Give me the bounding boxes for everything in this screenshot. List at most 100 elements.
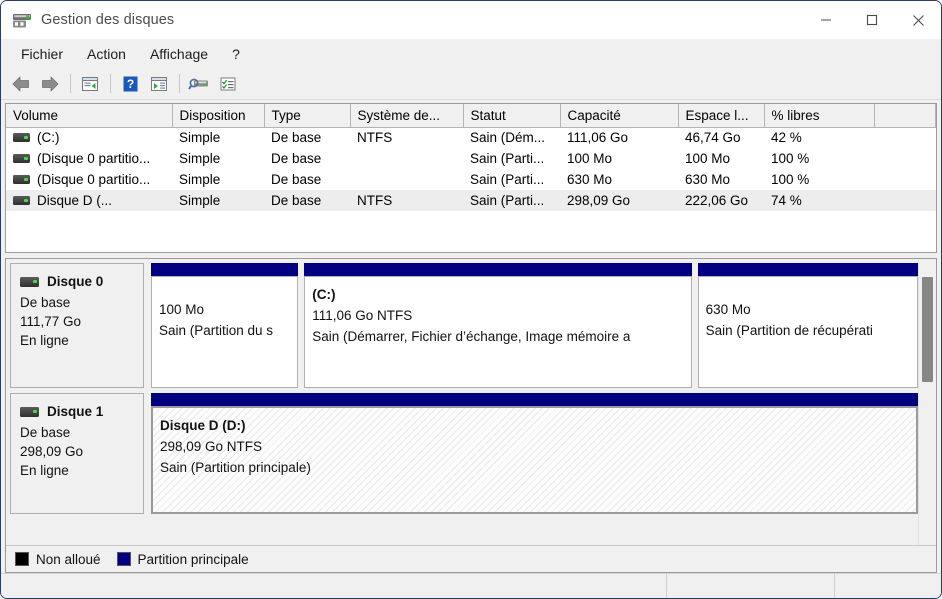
graphic-vertical-scrollbar[interactable] — [918, 259, 936, 545]
table-row[interactable]: Disque D (... Simple De base NTFS Sain (… — [6, 190, 936, 211]
disk-status: En ligne — [20, 463, 69, 478]
menu-action[interactable]: Action — [76, 42, 137, 66]
partition-color-bar — [697, 263, 918, 276]
partition-block[interactable]: 100 Mo Sain (Partition du s — [151, 263, 299, 388]
partition-block[interactable]: Disque D (D:) 298,09 Go NTFS Sain (Parti… — [151, 393, 918, 514]
column-header-volume[interactable]: Volume — [6, 104, 173, 128]
minimize-button[interactable] — [803, 1, 849, 39]
cell-volume: (Disque 0 partitio... — [6, 148, 172, 169]
column-header-pct-libres[interactable]: % libres — [764, 104, 875, 128]
partition-status: Sain (Démarrer, Fichier d’échange, Image… — [312, 329, 631, 344]
disk-icon — [20, 406, 39, 417]
table-row[interactable]: (Disque 0 partitio... Simple De base Sai… — [6, 169, 936, 190]
cell-type: De base — [271, 151, 322, 166]
disk-management-window: Gestion des disques Fichier Action Affic… — [0, 0, 942, 599]
cell-filesystem: NTFS — [350, 190, 463, 211]
window-controls — [803, 1, 941, 39]
column-header-statut[interactable]: Statut — [463, 104, 561, 128]
cell-filler — [874, 127, 936, 148]
legend-primary-partition: Partition principale — [116, 552, 249, 567]
column-header-filesystem[interactable]: Système de... — [350, 104, 464, 128]
disk-info-1[interactable]: Disque 1 De base 298,09 Go En ligne — [10, 393, 144, 514]
cell-filler — [874, 169, 936, 190]
up-one-level-icon[interactable] — [76, 71, 104, 97]
disk-icon — [20, 276, 39, 287]
legend-unallocated: Non alloué — [15, 552, 101, 567]
menu-bar: Fichier Action Affichage ? — [1, 39, 941, 68]
graphic-view-pane: Disque 0 De base 111,77 Go En ligne 100 … — [5, 258, 937, 573]
rescan-disks-icon[interactable] — [185, 71, 213, 97]
toolbar-separator-3 — [179, 74, 180, 93]
cell-type: De base — [271, 130, 322, 146]
menu-aide[interactable]: ? — [221, 42, 251, 66]
cell-filesystem — [350, 169, 463, 190]
partition-title: (C:) — [312, 287, 336, 302]
column-header-disposition[interactable]: Disposition — [172, 104, 265, 128]
partition-body: 100 Mo Sain (Partition du s — [151, 276, 299, 388]
show-hide-console-tree-icon[interactable] — [145, 71, 173, 97]
cell-filler — [874, 148, 936, 169]
cell-disposition: Simple — [179, 130, 221, 146]
table-row[interactable]: (Disque 0 partitio... Simple De base Sai… — [6, 148, 936, 169]
cell-filler — [874, 190, 936, 211]
partition-color-bar — [151, 393, 918, 406]
scrollbar-thumb[interactable] — [922, 277, 933, 382]
cell-pct-libres: 100 % — [771, 151, 810, 166]
partition-body: 630 Mo Sain (Partition de récupérati — [697, 276, 918, 388]
cell-disposition: Simple — [172, 190, 264, 211]
disk-info-header-1: Disque 1 — [20, 402, 143, 421]
status-pane-3 — [835, 574, 941, 598]
partition-body: (C:) 111,06 Go NTFS Sain (Démarrer, Fich… — [304, 276, 692, 388]
table-row[interactable]: (C:) Simple De base NTFS Sain (Dém... 11… — [6, 127, 936, 148]
column-header-capacite[interactable]: Capacité — [560, 104, 679, 128]
partition-block[interactable]: 630 Mo Sain (Partition de récupérati — [697, 263, 918, 388]
menu-affichage[interactable]: Affichage — [139, 42, 219, 66]
disk-type: De base — [20, 425, 71, 440]
help-icon[interactable]: ? — [116, 71, 144, 97]
cell-statut: Sain (Parti... — [463, 190, 560, 211]
disk-size: 111,77 Go — [20, 314, 82, 329]
volume-list-pane[interactable]: Volume Disposition Type Système de... St… — [5, 103, 937, 253]
partition-size: 630 Mo — [705, 302, 751, 317]
cell-capacite: 100 Mo — [567, 151, 613, 166]
cell-type: De base — [264, 190, 350, 211]
window-title: Gestion des disques — [41, 12, 175, 28]
volume-table: Volume Disposition Type Système de... St… — [6, 104, 936, 211]
cell-volume: (C:) — [6, 127, 172, 148]
column-header-type[interactable]: Type — [264, 104, 351, 128]
partition-size: 111,06 Go NTFS — [312, 308, 413, 323]
cell-type: De base — [271, 172, 322, 187]
maximize-button[interactable] — [849, 1, 895, 39]
close-button[interactable] — [895, 1, 941, 39]
menu-fichier[interactable]: Fichier — [10, 42, 74, 66]
partition-title: Disque D (D:) — [160, 418, 246, 433]
status-pane-1 — [1, 574, 667, 598]
properties-icon[interactable] — [214, 71, 242, 97]
disk-rows: Disque 0 De base 111,77 Go En ligne 100 … — [6, 259, 918, 545]
disk-info-0[interactable]: Disque 0 De base 111,77 Go En ligne — [10, 263, 144, 388]
partition-block[interactable]: (C:) 111,06 Go NTFS Sain (Démarrer, Fich… — [304, 263, 692, 388]
legend-swatch-unallocated — [15, 552, 29, 566]
legend-label-unallocated: Non alloué — [36, 551, 101, 567]
disk-name: Disque 0 — [47, 274, 104, 289]
toolbar: ? — [1, 68, 941, 100]
cell-capacite: 111,06 Go — [567, 130, 629, 146]
cell-filesystem: NTFS — [357, 130, 393, 146]
drive-icon — [13, 196, 30, 205]
drive-icon — [13, 154, 30, 163]
back-icon[interactable] — [7, 71, 35, 97]
cell-espace-libre: 222,06 Go — [678, 190, 764, 211]
cell-pct-libres: 74 % — [764, 190, 874, 211]
cell-disposition: Simple — [179, 172, 221, 187]
partition-size: 298,09 Go NTFS — [160, 439, 263, 454]
forward-icon[interactable] — [36, 71, 64, 97]
cell-capacite: 298,09 Go — [560, 190, 678, 211]
disk-size: 298,09 Go — [20, 444, 84, 459]
main-content: Volume Disposition Type Système de... St… — [1, 100, 941, 573]
column-header-espace-libre[interactable]: Espace l... — [678, 104, 765, 128]
legend-swatch-primary — [116, 552, 131, 566]
toolbar-separator-2 — [110, 74, 111, 93]
disk-name: Disque 1 — [47, 404, 104, 419]
disk-row-1: Disque 1 De base 298,09 Go En ligne Disq… — [10, 393, 918, 514]
disk-type: De base — [20, 295, 71, 310]
